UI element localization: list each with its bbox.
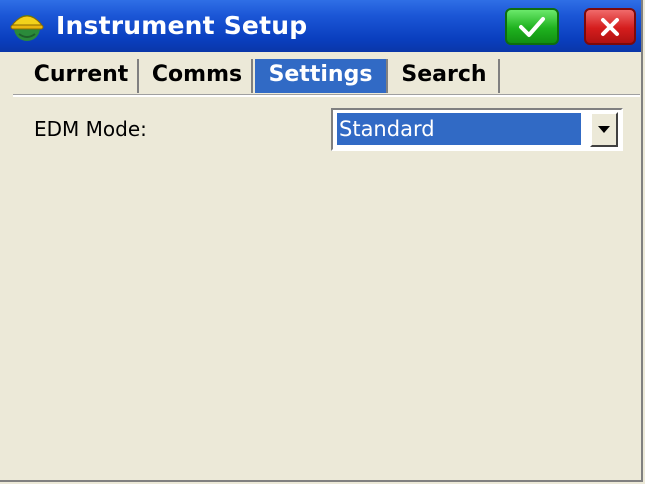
close-icon xyxy=(601,17,619,36)
tab-current[interactable]: Current xyxy=(25,59,139,93)
tab-settings[interactable]: Settings xyxy=(255,59,388,93)
edm-mode-label: EDM Mode: xyxy=(34,117,147,141)
title-bar: Instrument Setup xyxy=(0,0,641,52)
helmet-globe-icon xyxy=(10,15,44,41)
chevron-down-icon xyxy=(598,125,610,133)
dropdown-button[interactable] xyxy=(590,112,618,147)
edm-mode-select[interactable]: Standard xyxy=(331,108,623,151)
tab-divider xyxy=(13,94,640,97)
tab-strip: Current Comms Settings Search xyxy=(0,52,641,96)
checkmark-icon xyxy=(519,16,545,37)
tab-comms[interactable]: Comms xyxy=(143,59,253,93)
ok-button[interactable] xyxy=(505,8,559,45)
close-button[interactable] xyxy=(584,8,636,45)
window-title: Instrument Setup xyxy=(56,11,308,40)
edm-mode-value: Standard xyxy=(337,113,581,145)
tab-search[interactable]: Search xyxy=(390,59,500,93)
dialog-window: Instrument Setup Current Comms Settings … xyxy=(0,0,643,482)
